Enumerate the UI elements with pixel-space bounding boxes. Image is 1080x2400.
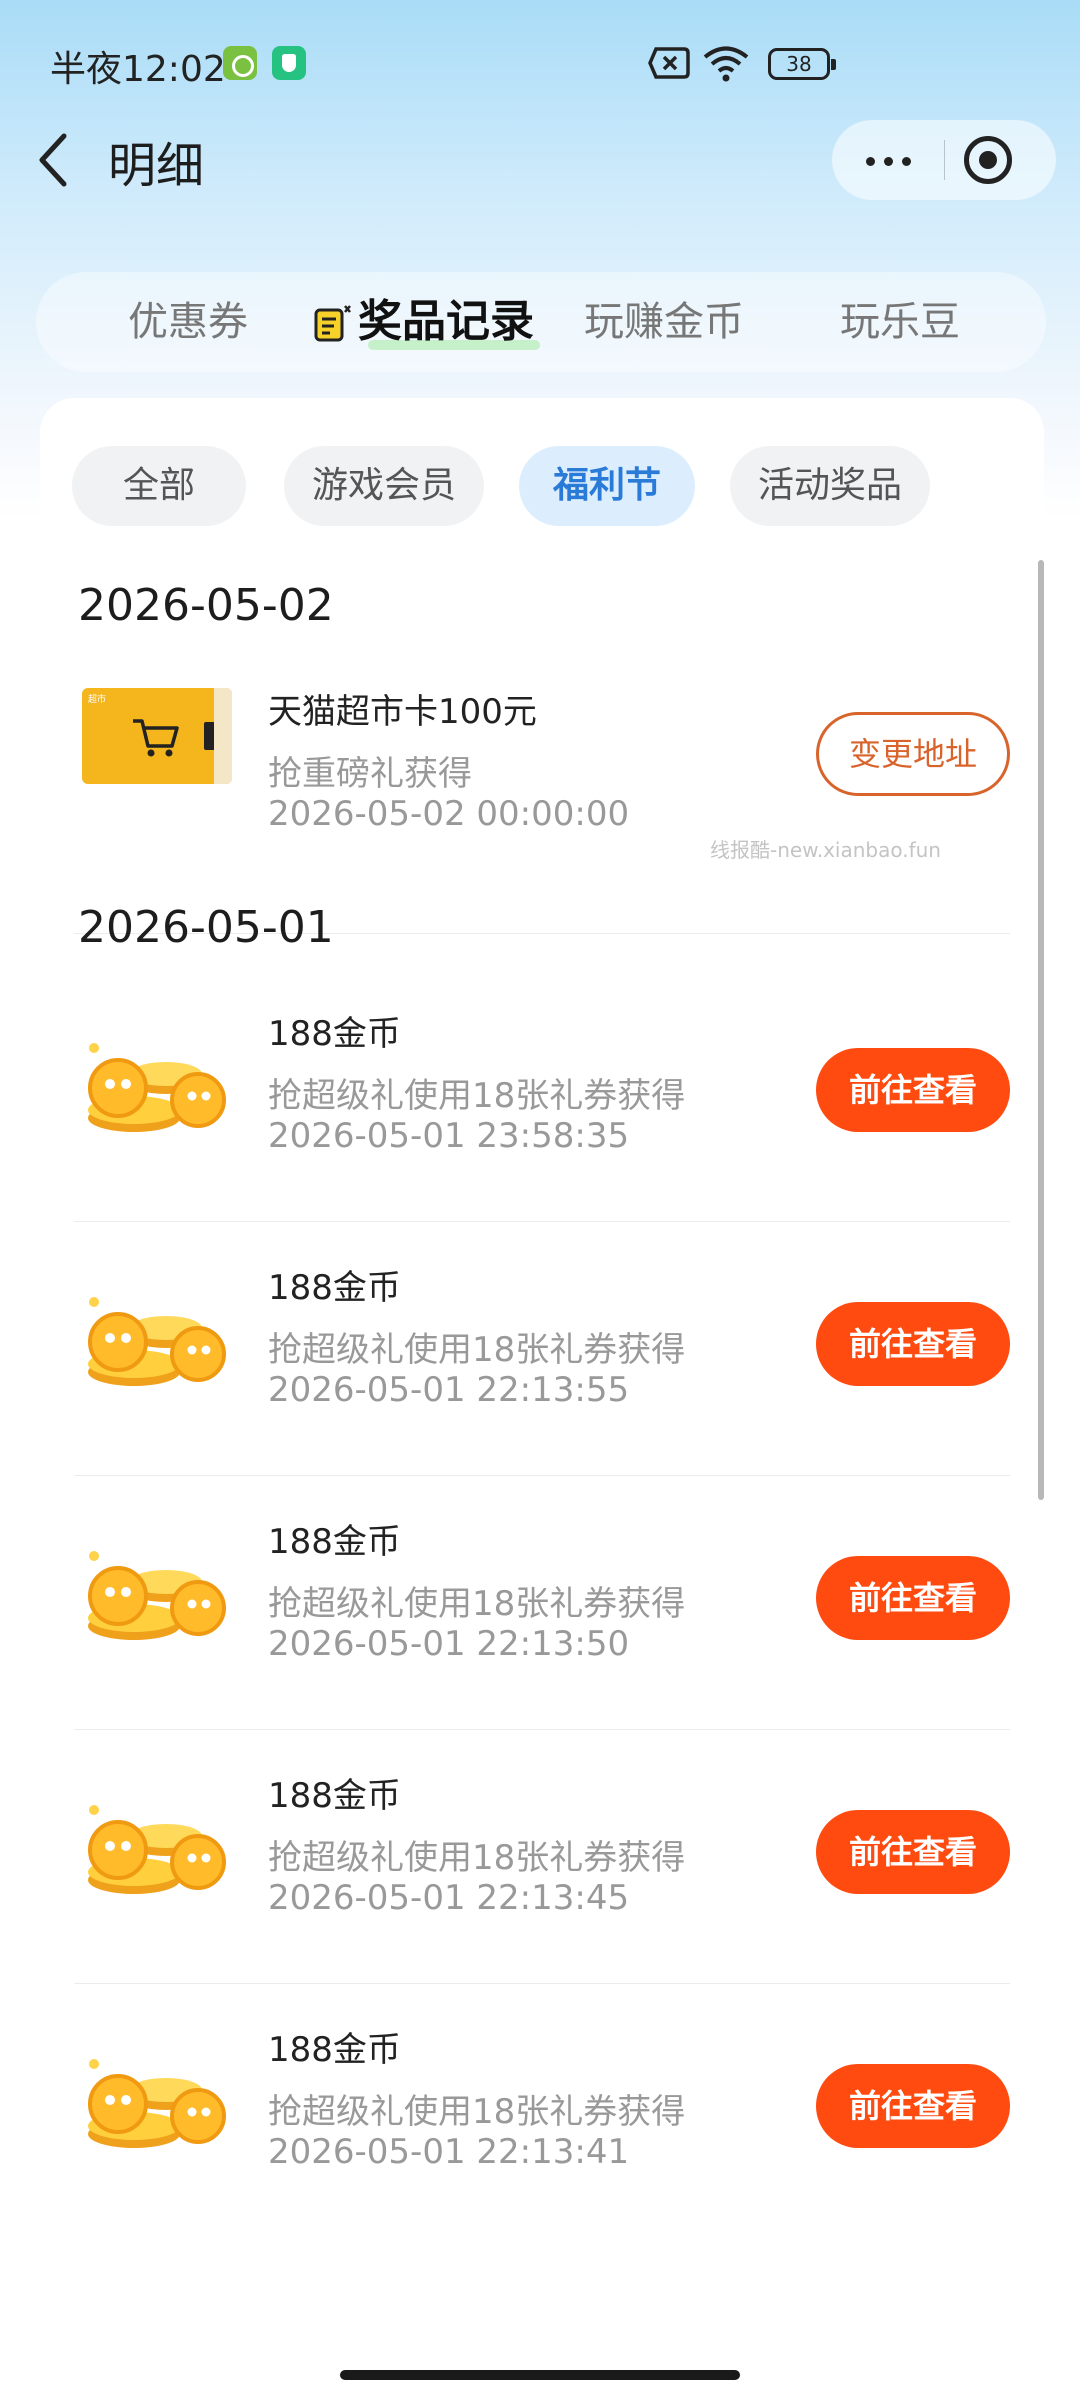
record-desc: 抢超级礼使用18张礼券获得 [268,1838,686,1878]
prize-list-icon [314,305,351,342]
record-row: 188金币 抢超级礼使用18张礼券获得 2026-05-01 23:58:35 … [74,968,1010,1222]
record-name: 188金币 [268,1776,401,1816]
record-name: 188金币 [268,1014,401,1054]
record-name: 188金币 [268,1522,401,1562]
gift-card-icon: 超市 [82,688,232,784]
scrollbar[interactable] [1038,560,1044,1500]
gold-coins-icon [88,1043,226,1132]
battery-icon: 38 [768,48,836,80]
record-row: 188金币 抢超级礼使用18张礼券获得 2026-05-01 22:13:50 … [74,1476,1010,1730]
sim-off-icon [648,47,690,79]
record-time: 2026-05-01 22:13:41 [268,2132,630,2172]
gold-coins-icon [88,1297,226,1386]
gold-coins-icon [88,1805,226,1894]
filter-chip-game-vip[interactable]: 游戏会员 [284,446,484,526]
record-desc: 抢重磅礼获得 [268,754,472,794]
record-time: 2026-05-01 22:13:50 [268,1624,630,1664]
filter-chip-welfare-festival[interactable]: 福利节 [519,446,695,526]
view-button[interactable]: 前往查看 [816,1048,1010,1132]
record-name: 188金币 [268,1268,401,1308]
record-row: 188金币 抢超级礼使用18张礼券获得 2026-05-01 22:13:55 … [74,1222,1010,1476]
android-robot-icon [223,46,257,80]
view-button[interactable]: 前往查看 [816,1810,1010,1894]
date-header: 2026-05-02 [78,580,334,631]
record-desc: 抢超级礼使用18张礼券获得 [268,1584,686,1624]
main-tabs: 优惠券 奖品记录 玩赚金币 玩乐豆 [36,272,1046,372]
wifi-icon [703,46,749,82]
page-title: 明细 [108,138,205,194]
tab-earn-coins[interactable]: 玩赚金币 [584,272,744,372]
tab-coupons[interactable]: 优惠券 [128,272,248,372]
record-name: 天猫超市卡100元 [268,692,537,732]
record-name: 188金币 [268,2030,401,2070]
record-row: 188金币 抢超级礼使用18张礼券获得 2026-05-01 22:13:45 … [74,1730,1010,1984]
more-button[interactable] [832,120,944,200]
filter-chip-all[interactable]: 全部 [72,446,246,526]
record-time: 2026-05-01 23:58:35 [268,1116,630,1156]
record-time: 2026-05-01 22:13:55 [268,1370,630,1410]
back-button[interactable] [30,128,80,192]
change-address-button[interactable]: 变更地址 [816,712,1010,796]
record-desc: 抢超级礼使用18张礼券获得 [268,1076,686,1116]
gold-coins-icon [88,1551,226,1640]
capsule-divider [944,140,945,180]
record-time: 2026-05-01 22:13:45 [268,1878,630,1918]
status-bar: 半夜12:02 38 [0,0,1080,130]
tab-fun-beans[interactable]: 玩乐豆 [840,272,960,372]
status-time: 半夜12:02 [50,49,226,90]
back-arrow-icon [39,133,67,187]
gold-coins-icon [88,2059,226,2148]
home-indicator[interactable] [340,2370,740,2380]
record-row: 188金币 抢超级礼使用18张礼券获得 2026-05-01 22:13:41 … [74,1984,1010,2238]
close-button[interactable] [960,132,1016,188]
view-button[interactable]: 前往查看 [816,2064,1010,2148]
view-button[interactable]: 前往查看 [816,1556,1010,1640]
filter-chip-activity-prizes[interactable]: 活动奖品 [730,446,930,526]
record-desc: 抢超级礼使用18张礼券获得 [268,2092,686,2132]
cart-icon [133,719,179,757]
mini-program-capsule [832,120,1056,200]
shield-app-icon [272,46,306,80]
tab-prize-records[interactable]: 奖品记录 [314,272,540,372]
more-dots-icon [866,157,875,166]
records-card: 全部 游戏会员 福利节 活动奖品 2026-05-02 超市 天猫超市卡100元… [40,398,1044,2400]
record-time: 2026-05-02 00:00:00 [268,794,630,834]
record-desc: 抢超级礼使用18张礼券获得 [268,1330,686,1370]
date-header: 2026-05-01 [78,902,334,953]
view-button[interactable]: 前往查看 [816,1302,1010,1386]
watermark: 线报酷-new.xianbao.fun [710,838,941,862]
